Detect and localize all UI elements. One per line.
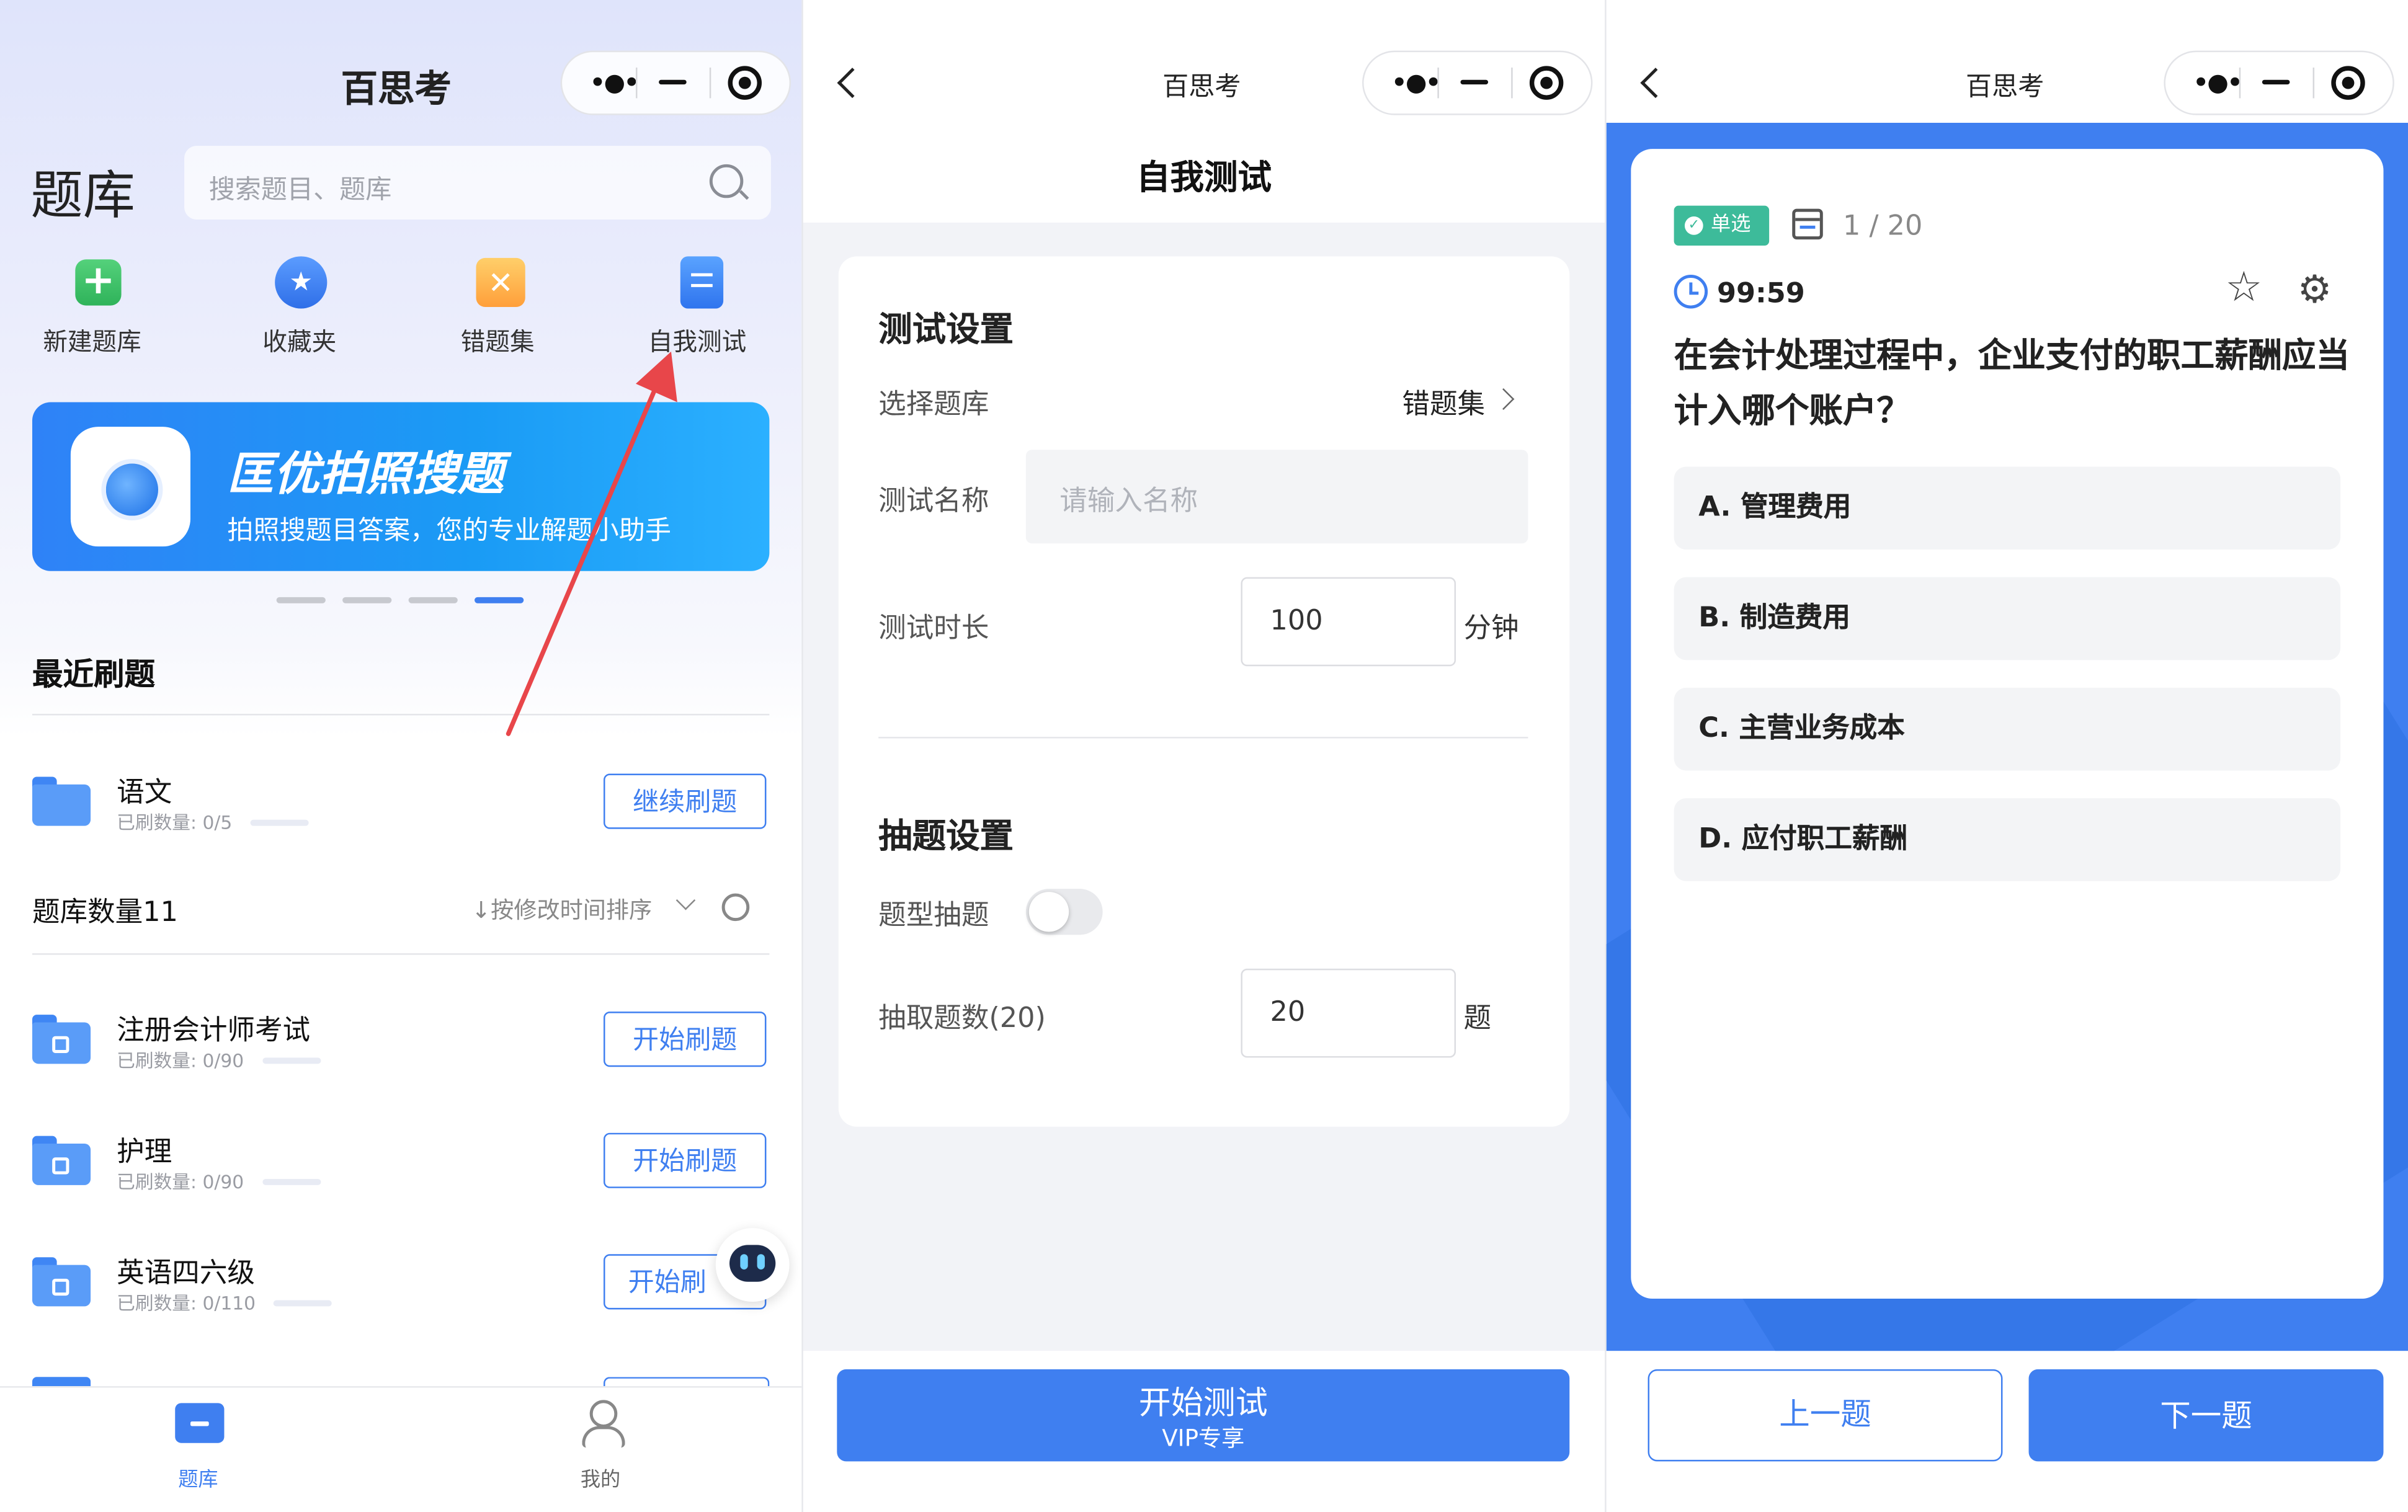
test-settings-heading: 测试设置 <box>878 311 1014 350</box>
type-draw-label: 题型抽题 <box>878 899 989 932</box>
quiz-panel: 百思考 •●• ✓ 单选 1 / 20 99:59 ☆ ⚙ 在会计处理过程中，企… <box>1606 0 2408 1512</box>
countdown-timer: 99:59 <box>1716 278 1805 310</box>
self-test-settings-panel: 百思考 •●• 自我测试 测试设置 选择题库 错题集 测试名称 请输入名称 测试… <box>803 0 1605 1512</box>
draw-count-label: 抽取题数(20) <box>878 1002 1046 1035</box>
draw-count-input[interactable]: 20 <box>1241 968 1456 1058</box>
app-title: 百思考 <box>1966 72 2045 103</box>
option-a[interactable]: A. 管理费用 <box>1674 466 2341 550</box>
star-icon[interactable]: ☆ <box>2225 265 2262 311</box>
close-icon[interactable] <box>2331 66 2365 100</box>
question-text: 在会计处理过程中，企业支付的职工薪酬应当计入哪个账户？ <box>1674 337 2350 432</box>
page-title: 自我测试 <box>1136 159 1272 198</box>
option-b[interactable]: B. 制造费用 <box>1674 577 2341 660</box>
draw-count-value: 20 <box>1270 996 1306 1029</box>
type-draw-toggle[interactable] <box>1025 889 1103 935</box>
question-progress: 1 / 20 <box>1842 210 1923 243</box>
next-question-button[interactable]: 下一题 <box>2028 1369 2384 1462</box>
alarm-clock-icon <box>1674 275 1708 309</box>
previous-question-button[interactable]: 上一题 <box>1648 1369 2003 1462</box>
settings-card: 测试设置 选择题库 错题集 测试名称 请输入名称 测试时长 100 分钟 抽题设… <box>838 256 1570 1127</box>
test-duration-input[interactable]: 100 <box>1241 577 1456 667</box>
app-title: 百思考 <box>1162 72 1241 103</box>
count-unit: 题 <box>1463 1002 1492 1035</box>
select-bank-row[interactable]: 选择题库 错题集 <box>839 367 1569 435</box>
draw-settings-heading: 抽题设置 <box>878 818 1014 857</box>
close-icon[interactable] <box>1529 66 1564 100</box>
option-d[interactable]: D. 应付职工薪酬 <box>1674 798 2341 881</box>
select-bank-label: 选择题库 <box>878 388 989 421</box>
more-icon[interactable]: •●• <box>2193 70 2242 96</box>
annotation-arrow <box>506 351 677 736</box>
question-bank-panel: 百思考 •●• 题库 搜索题目、题库 + 新建题库 ★ 收藏夹 ✕ 错题集 自我… <box>0 0 802 1512</box>
select-bank-value: 错题集 <box>1402 388 1486 421</box>
test-name-placeholder: 请输入名称 <box>1059 485 1198 518</box>
more-icon[interactable]: •●• <box>1391 70 1441 96</box>
chevron-right-icon <box>1492 388 1515 411</box>
test-duration-label: 测试时长 <box>878 612 989 645</box>
check-icon: ✓ <box>1684 216 1703 235</box>
vip-label: VIP专享 <box>1162 1424 1245 1452</box>
answer-sheet-icon[interactable] <box>1792 208 1823 240</box>
minimize-icon[interactable] <box>2262 79 2290 85</box>
duration-unit: 分钟 <box>1463 612 1519 645</box>
test-duration-value: 100 <box>1270 605 1323 638</box>
gear-icon[interactable]: ⚙ <box>2298 267 2332 313</box>
back-icon[interactable] <box>1640 68 1671 99</box>
option-c[interactable]: C. 主营业务成本 <box>1674 687 2341 771</box>
test-name-label: 测试名称 <box>878 485 989 518</box>
mini-program-capsule: •●• <box>1362 50 1593 115</box>
mini-program-capsule: •●• <box>2164 50 2394 115</box>
start-test-label: 开始测试 <box>1138 1384 1268 1422</box>
test-name-input[interactable]: 请输入名称 <box>1025 450 1528 544</box>
minimize-icon[interactable] <box>1460 79 1489 85</box>
badge-label: 单选 <box>1711 213 1751 237</box>
single-choice-badge: ✓ 单选 <box>1674 205 1770 246</box>
divider <box>878 737 1528 739</box>
start-test-button[interactable]: 开始测试 VIP专享 <box>837 1369 1570 1462</box>
